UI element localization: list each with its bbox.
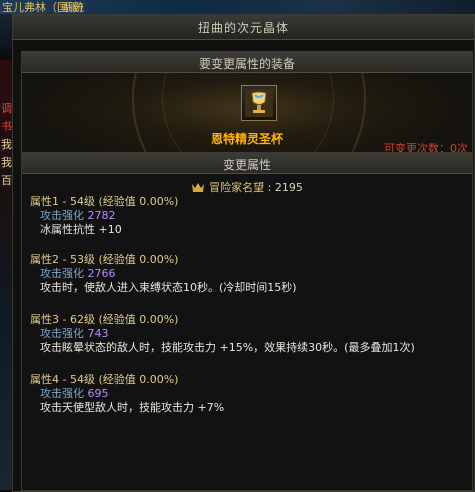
window-title: 扭曲的次元晶体 — [197, 21, 289, 35]
left-edge-char: 书 — [1, 120, 12, 133]
left-edge-char: 百 — [1, 174, 12, 187]
left-game-edge: 调 书 我 我 百 — [0, 60, 12, 490]
property-sub-value: 743 — [87, 327, 109, 340]
property-block-3: 属性3 - 62级 (经验值 0.00%) 攻击强化 743 攻击眩晕状态的敌人… — [30, 313, 415, 355]
equipment-section: 要变更属性的装备 恩特精灵圣杯 可变更次数：0次 — [21, 51, 473, 157]
property-section-title: 变更属性 — [222, 158, 271, 172]
left-edge-char: 我 — [1, 138, 12, 151]
property-sub-label: 攻击强化 — [40, 387, 84, 400]
property-attack-line: 攻击强化 695 — [30, 387, 224, 401]
property-head: 属性4 - 54级 (经验值 0.00%) — [30, 373, 179, 386]
equipment-section-header: 要变更属性的装备 — [22, 52, 472, 73]
property-desc: 攻击时，使敌人进入束缚状态10秒。(冷却时间15秒) — [40, 281, 297, 294]
fame-value: 2195 — [274, 181, 303, 194]
top-strip-system-text: 系统 — [62, 1, 84, 14]
window-titlebar[interactable]: 扭曲的次元晶体 — [13, 15, 474, 40]
property-section-header: 变更属性 — [22, 153, 472, 174]
fame-separator: : — [264, 181, 275, 194]
top-game-strip: 宝儿弗林（国服） 系统 — [0, 0, 475, 14]
property-sub-value: 695 — [87, 387, 109, 400]
property-sub-value: 2782 — [87, 209, 116, 222]
item-slot[interactable] — [241, 85, 277, 121]
property-desc: 攻击天使型敌人时，技能攻击力 +7% — [40, 401, 225, 414]
property-block-1: 属性1 - 54级 (经验值 0.00%) 攻击强化 2782 冰属性抗性 +1… — [30, 195, 178, 237]
property-head: 属性3 - 62级 (经验值 0.00%) — [30, 313, 179, 326]
property-block-4: 属性4 - 54级 (经验值 0.00%) 攻击强化 695 攻击天使型敌人时，… — [30, 373, 224, 415]
adventurer-fame: 冒险家名望 : 2195 — [22, 179, 472, 195]
fame-icon — [192, 183, 205, 192]
property-head: 属性1 - 54级 (经验值 0.00%) — [30, 195, 179, 208]
equipment-section-title: 要变更属性的装备 — [198, 57, 295, 71]
holy-grail-icon — [245, 89, 273, 117]
property-attack-line: 攻击强化 743 — [30, 327, 415, 341]
left-edge-char: 我 — [1, 156, 12, 169]
property-attack-line: 攻击强化 2766 — [30, 267, 297, 281]
left-edge-char: 调 — [1, 102, 12, 115]
property-head: 属性2 - 53级 (经验值 0.00%) — [30, 253, 179, 266]
fame-label: 冒险家名望 — [209, 181, 265, 194]
property-sub-label: 攻击强化 — [40, 209, 84, 222]
property-section: 变更属性 冒险家名望 : 2195 属性1 - 54级 (经验值 0.00%) … — [21, 152, 473, 491]
property-attack-line: 攻击强化 2782 — [30, 209, 178, 223]
property-desc: 冰属性抗性 +10 — [40, 223, 122, 236]
property-desc: 攻击眩晕状态的敌人时，技能攻击力 +15%，效果持续30秒。(最多叠加1次) — [40, 341, 415, 354]
property-sub-label: 攻击强化 — [40, 327, 84, 340]
property-sub-value: 2766 — [87, 267, 116, 280]
property-block-2: 属性2 - 53级 (经验值 0.00%) 攻击强化 2766 攻击时，使敌人进… — [30, 253, 297, 295]
twisted-crystal-window: 扭曲的次元晶体 要变更属性的装备 恩特精灵圣杯 可变更次数：0次 变更属性 冒险 — [12, 14, 475, 492]
property-sub-label: 攻击强化 — [40, 267, 84, 280]
